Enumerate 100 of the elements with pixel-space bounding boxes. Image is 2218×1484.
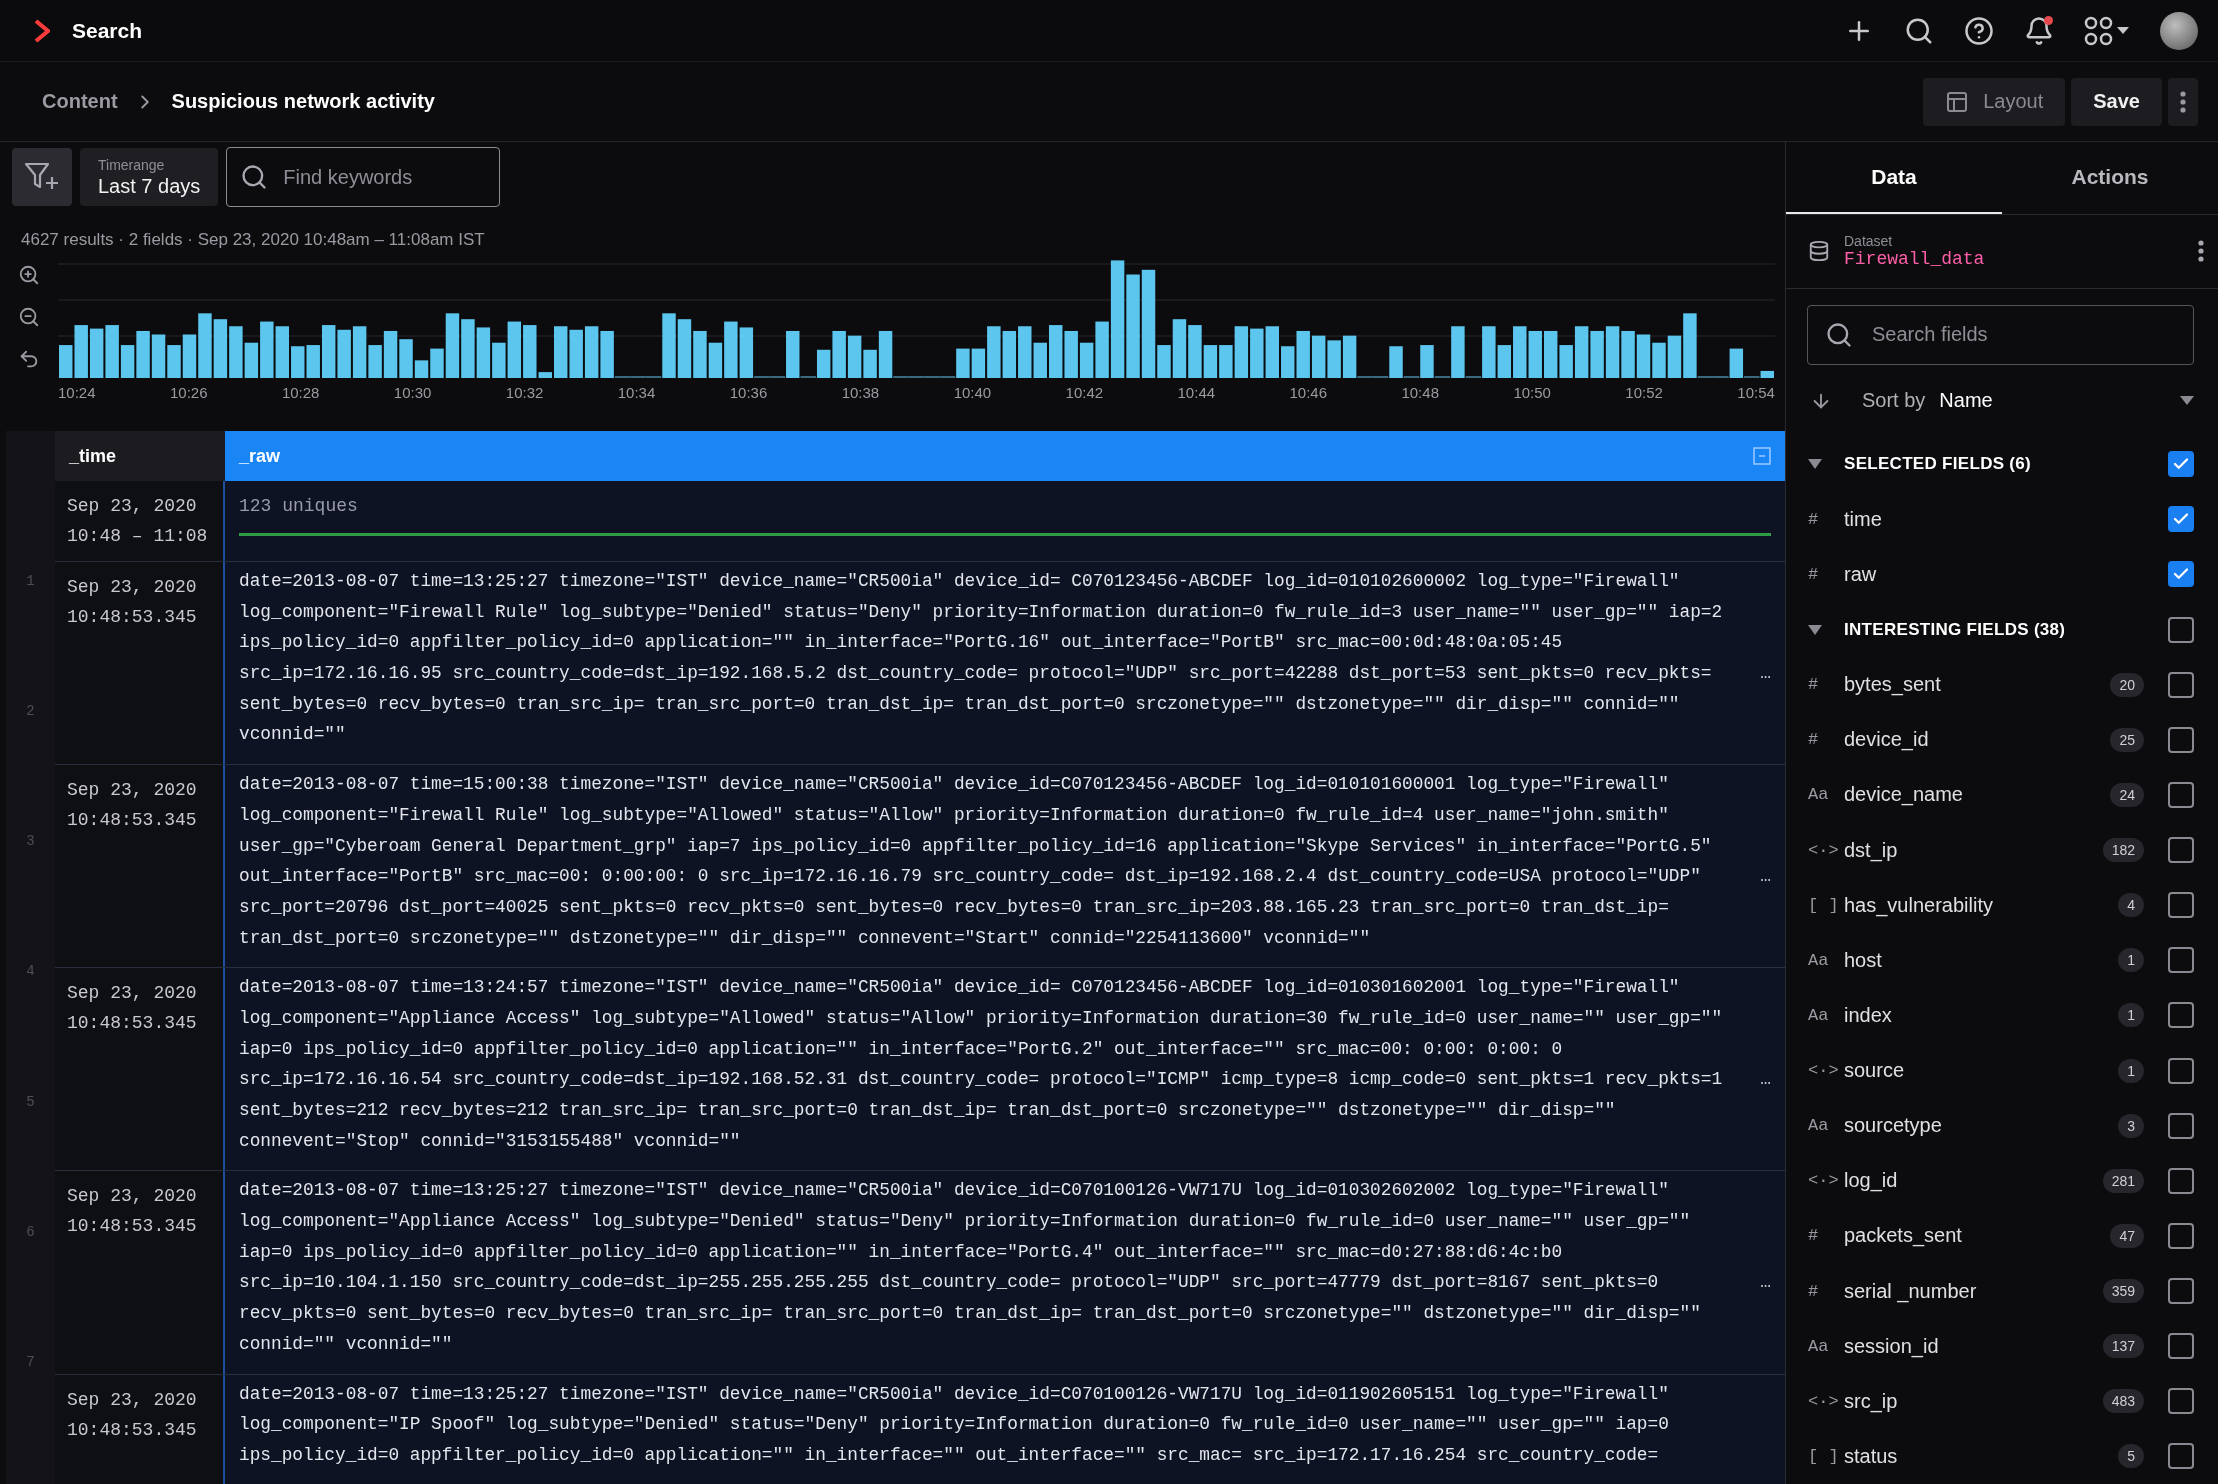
checkbox[interactable] <box>2168 892 2194 919</box>
more-indicator[interactable]: … <box>1760 1069 1771 1090</box>
checkbox[interactable] <box>2168 782 2194 808</box>
checkbox[interactable] <box>2168 561 2194 588</box>
checkbox[interactable] <box>2168 726 2194 753</box>
caret-icon <box>2180 396 2194 406</box>
section-title[interactable]: INTERESTING FIELDS (38) <box>1844 619 2168 640</box>
checkbox[interactable] <box>2168 506 2194 533</box>
checkbox[interactable] <box>2168 1223 2194 1249</box>
timestamp: 10:48:53.345 <box>67 1418 198 1442</box>
field-name[interactable]: packets_sent <box>1844 1224 2111 1248</box>
more-button[interactable] <box>2168 77 2198 126</box>
field-name[interactable]: sourcetype <box>1844 1114 2119 1138</box>
checkbox[interactable] <box>2168 1443 2194 1470</box>
line-number: 4 <box>26 963 35 982</box>
axis-label: 10:38 <box>841 384 880 401</box>
field-name[interactable]: device_id <box>1844 728 2111 752</box>
zoom-in-icon[interactable] <box>18 264 40 286</box>
field-name[interactable]: has_vulnerability <box>1844 893 2119 917</box>
checkbox[interactable] <box>2168 1057 2194 1084</box>
checkbox[interactable] <box>2168 1112 2194 1139</box>
log-text: vconnid="" <box>239 724 346 745</box>
axis-label: 10:50 <box>1513 384 1551 401</box>
dataset-label: Dataset <box>1844 233 1894 250</box>
field-count: 483 <box>2102 1389 2144 1414</box>
axis-label: 10:36 <box>729 384 768 401</box>
user-avatar[interactable] <box>2160 11 2198 50</box>
field-type-label: Aa <box>1808 1116 1830 1136</box>
log-text: log_component="Appliance Access" log_subtype="Denied" status="Deny" priority=Information duration=0 fw_rule_id=0 user_name="" user_gp="" <box>239 1211 1691 1232</box>
field-type-label: Aa <box>1808 1336 1830 1356</box>
field-name[interactable]: device_name <box>1844 783 2111 807</box>
add-filter-button[interactable] <box>12 148 72 206</box>
field-type-label: # <box>1808 730 1820 750</box>
breadcrumb-item[interactable]: Content <box>42 90 118 113</box>
axis-label: 10:34 <box>617 384 656 401</box>
log-text: log_component="Firewall Rule" log_subtype="Denied" status="Deny" priority=Information duration=0 fw_rule_id=3 user_name="" user_gp="" iap=2 <box>239 601 1723 622</box>
log-text: date=2013-08-07 time=15:00:38 timezone="IST" device_name="CR500ia" device_id=C070123456-ABCDEF log_id=010101600001 log_type="Firewall" <box>239 774 1669 795</box>
sort-dropdown[interactable]: Name <box>1925 389 2194 413</box>
dataset-name[interactable]: Firewall_data <box>1844 249 2184 270</box>
column-header[interactable]: _raw <box>225 431 1785 481</box>
help-icon[interactable] <box>1964 15 1994 46</box>
checkbox[interactable] <box>2168 671 2194 698</box>
checkbox[interactable] <box>2168 837 2194 864</box>
axis-label: 10:26 <box>169 384 208 401</box>
field-name[interactable]: bytes_sent <box>1844 673 2111 697</box>
log-text: log_component="Appliance Access" log_subtype="Allowed" status="Allow" priority=Information duration=30 fw_rule_id=0 user_name="" user_gp="" <box>239 1007 1723 1028</box>
logo-icon[interactable] <box>34 18 50 43</box>
axis-label: 10:54 <box>1737 384 1775 401</box>
field-count: 1 <box>2118 1003 2144 1028</box>
apps-icon[interactable] <box>2084 15 2130 46</box>
checkbox[interactable] <box>2168 1333 2194 1360</box>
collapse-icon[interactable] <box>1808 458 1822 471</box>
log-text: ips_policy_id=0 appfilter_policy_id=0 application="" in_interface="PortG.16" out_interface="PortB" src_mac=00:0d:48:0a:05:45 <box>239 632 1563 653</box>
keyword-search-field[interactable]: Find keywords <box>226 147 501 207</box>
log-text: src_ip=10.104.1.150 src_country_code=dst_ip=255.255.255.255 dst_country_code= protocol="UDP" src_port=47779 dst_port=8167 sent_pkts=0 <box>239 1272 1659 1293</box>
checkbox[interactable] <box>2168 1278 2194 1305</box>
field-name[interactable]: time <box>1844 507 2168 531</box>
field-name[interactable]: source <box>1844 1059 2119 1083</box>
field-count: 3 <box>2118 1113 2144 1138</box>
collapse-icon[interactable] <box>1808 623 1822 636</box>
field-name[interactable]: log_id <box>1844 1169 2103 1193</box>
column-header[interactable]: _time <box>55 431 225 481</box>
save-button[interactable]: Save <box>2071 77 2162 126</box>
log-text: date=2013-08-07 time=13:24:57 timezone="IST" device_name="CR500ia" device_id= C070123456-ABCDEF log_id=010301602001 log_type="Firewall" <box>239 977 1680 998</box>
axis-label: 10:40 <box>953 384 992 401</box>
checkbox[interactable] <box>2168 451 2194 478</box>
more-indicator[interactable]: … <box>1760 663 1771 684</box>
field-name[interactable]: dst_ip <box>1844 838 2103 862</box>
field-name[interactable]: src_ip <box>1844 1389 2103 1413</box>
checkbox[interactable] <box>2168 947 2194 974</box>
timestamp: Sep 23, 2020 <box>67 1388 198 1412</box>
field-count: 137 <box>2102 1334 2144 1359</box>
field-name[interactable]: session_id <box>1844 1334 2103 1358</box>
timestamp: 10:48:53.345 <box>67 1012 198 1036</box>
checkbox[interactable] <box>2168 1388 2194 1415</box>
more-indicator[interactable]: … <box>1760 866 1771 887</box>
timerange-button[interactable]: Timerange Last 7 days <box>80 148 219 206</box>
zoom-out-icon[interactable] <box>18 306 40 328</box>
checkbox[interactable] <box>2168 1167 2194 1194</box>
more-icon[interactable] <box>2198 240 2204 263</box>
database-icon <box>1808 240 1830 263</box>
field-name[interactable]: serial _number <box>1844 1279 2103 1303</box>
uniques-count: 123 uniques <box>239 495 359 518</box>
field-type-label: Aa <box>1808 785 1830 805</box>
field-name[interactable]: status <box>1844 1445 2119 1468</box>
section-title[interactable]: SELECTED FIELDS (6) <box>1844 454 2168 475</box>
panel-tab[interactable]: Actions <box>2002 142 2218 214</box>
checkbox[interactable] <box>2168 1002 2194 1029</box>
field-name[interactable]: raw <box>1844 563 2168 586</box>
panel-tab[interactable]: Data <box>1786 142 2002 214</box>
notifications-icon[interactable] <box>2024 15 2054 46</box>
layout-button[interactable]: Layout <box>1923 77 2066 126</box>
field-name[interactable]: host <box>1844 948 2119 972</box>
field-name[interactable]: index <box>1844 1004 2119 1027</box>
field-count: 1 <box>2118 948 2144 973</box>
field-search-field[interactable]: Search fields <box>1807 304 2194 365</box>
more-indicator[interactable]: … <box>1760 1272 1771 1293</box>
field-count: 25 <box>2110 727 2144 752</box>
checkbox[interactable] <box>2168 616 2194 643</box>
undo-icon[interactable] <box>18 348 40 370</box>
